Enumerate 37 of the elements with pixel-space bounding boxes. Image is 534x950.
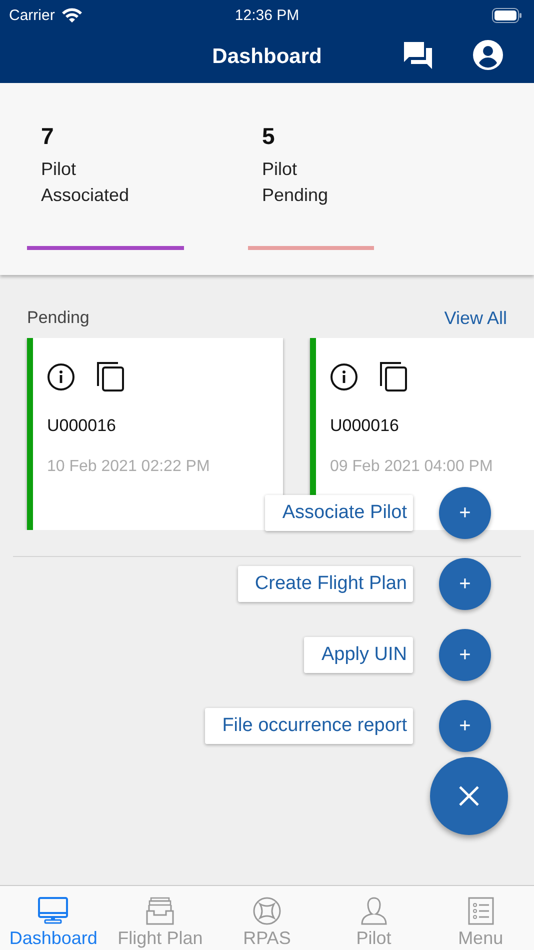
- card-date: 10 Feb 2021 02:22 PM: [47, 458, 210, 476]
- list-icon: [468, 897, 494, 925]
- person-icon: [360, 897, 388, 925]
- rpas-icon: [252, 897, 281, 925]
- action-label[interactable]: Create Flight Plan: [238, 566, 413, 602]
- action-label[interactable]: Apply UIN: [304, 637, 413, 673]
- view-all-link[interactable]: View All: [444, 308, 507, 328]
- action-label[interactable]: File occurrence report: [205, 708, 413, 744]
- monitor-icon: [38, 897, 68, 925]
- tab-bar-item[interactable]: Dashboard: [0, 886, 107, 950]
- wifi-icon: [60, 7, 83, 23]
- card-id: U000016: [330, 416, 400, 436]
- stat-count: 7: [41, 123, 55, 150]
- fab-button[interactable]: [430, 757, 508, 835]
- battery-icon: [492, 8, 522, 22]
- card-id: U000016: [47, 416, 118, 436]
- section-title: Pending: [27, 308, 90, 328]
- stat-count: 5: [262, 123, 276, 150]
- add-action-button[interactable]: +: [439, 558, 491, 610]
- add-action-button[interactable]: +: [439, 629, 491, 681]
- action-label[interactable]: Associate Pilot: [265, 495, 413, 531]
- account-icon[interactable]: [473, 40, 503, 70]
- copy-icon[interactable]: [97, 362, 125, 392]
- stat-label: Pilot Pending: [262, 158, 330, 207]
- copy-icon[interactable]: [380, 362, 408, 392]
- card-date: 09 Feb 2021 04:00 PM: [330, 458, 493, 476]
- pending-card[interactable]: U000016 10 Feb 2021 02:22 PM: [27, 338, 283, 530]
- carrier-label: Carrier: [9, 6, 55, 24]
- close-icon: [459, 786, 479, 806]
- stat-label: Pilot Associated: [41, 158, 130, 207]
- add-action-button[interactable]: +: [439, 700, 491, 752]
- clock: 12:36 PM: [234, 6, 300, 24]
- info-icon[interactable]: [47, 363, 75, 391]
- tray-icon: [146, 897, 174, 925]
- info-icon[interactable]: [330, 363, 358, 391]
- chat-icon[interactable]: [404, 42, 432, 69]
- screen-title: Dashboard: [212, 44, 322, 68]
